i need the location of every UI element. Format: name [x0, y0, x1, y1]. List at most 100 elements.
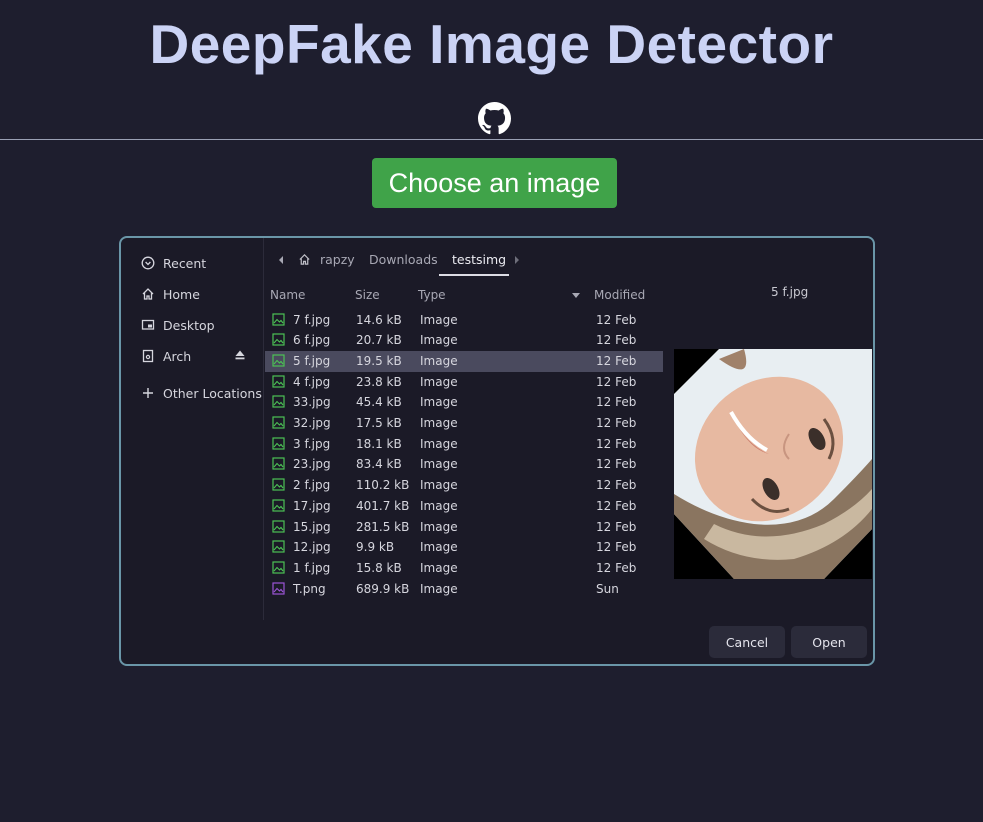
- header-divider: [0, 139, 983, 140]
- breadcrumb-downloads[interactable]: Downloads: [369, 252, 438, 267]
- file-type: Image: [420, 416, 458, 430]
- column-name[interactable]: Name: [270, 288, 305, 302]
- file-modified: 12 Feb: [596, 416, 637, 430]
- file-type: Image: [420, 333, 458, 348]
- file-name: 5 f.jpg: [293, 353, 331, 368]
- file-name: 2 f.jpg: [293, 478, 331, 493]
- file-name: 12.jpg: [293, 540, 331, 555]
- file-modified: 12 Feb: [596, 540, 637, 555]
- image-file-icon: [272, 416, 285, 429]
- chevron-left-icon[interactable]: [277, 255, 285, 265]
- file-row[interactable]: 33.jpg 45.4 kB Image 12 Feb: [265, 392, 663, 413]
- chevron-right-icon[interactable]: [513, 255, 521, 265]
- home-icon: [299, 254, 310, 265]
- file-size: 19.5 kB: [356, 353, 402, 368]
- clock-icon: [141, 256, 155, 270]
- image-file-icon: [272, 354, 285, 367]
- file-row[interactable]: 1 f.jpg 15.8 kB Image 12 Feb: [265, 558, 663, 579]
- sidebar-item-other-locations[interactable]: Other Locations: [141, 382, 262, 404]
- sidebar-label: Home: [163, 286, 200, 302]
- file-size: 281.5 kB: [356, 519, 410, 534]
- file-row[interactable]: 5 f.jpg 19.5 kB Image 12 Feb: [265, 350, 663, 372]
- sidebar-item-home[interactable]: Home: [141, 283, 200, 305]
- file-row[interactable]: 12.jpg 9.9 kB Image 12 Feb: [265, 537, 663, 558]
- file-list-header: Name Size Type Modified: [265, 286, 665, 306]
- image-file-icon: [272, 333, 285, 346]
- file-size: 14.6 kB: [356, 312, 402, 327]
- column-type[interactable]: Type: [418, 288, 446, 302]
- preview-filename: 5 f.jpg: [771, 285, 809, 299]
- file-modified: 12 Feb: [596, 353, 637, 368]
- plus-icon: [141, 386, 155, 400]
- file-modified: 12 Feb: [596, 457, 637, 472]
- file-name: 1 f.jpg: [293, 560, 331, 575]
- image-file-icon: [272, 374, 285, 388]
- file-name: 15.jpg: [293, 519, 331, 534]
- places-sidebar: Recent Home Desktop Arch Other Locations: [121, 238, 264, 620]
- github-icon[interactable]: [478, 102, 511, 135]
- file-row[interactable]: 3 f.jpg 18.1 kB Image 12 Feb: [265, 434, 663, 455]
- file-type: Image: [420, 353, 458, 368]
- image-file-icon: [272, 561, 285, 574]
- choose-image-button[interactable]: Choose an image: [372, 158, 617, 208]
- breadcrumb-active-underline: [439, 274, 509, 276]
- file-row[interactable]: 32.jpg 17.5 kB Image 12 Feb: [265, 413, 663, 434]
- sidebar-item-recent[interactable]: Recent: [141, 252, 206, 274]
- file-row[interactable]: 6 f.jpg 20.7 kB Image 12 Feb: [265, 330, 663, 351]
- file-name: 3 f.jpg: [293, 436, 331, 451]
- drive-icon: [141, 349, 155, 363]
- file-type: Image: [420, 457, 458, 472]
- file-row[interactable]: 15.jpg 281.5 kB Image 12 Feb: [265, 517, 663, 538]
- open-button[interactable]: Open: [791, 626, 867, 658]
- file-type: Image: [420, 519, 458, 534]
- desktop-icon: [141, 318, 155, 332]
- file-row[interactable]: 17.jpg 401.7 kB Image 12 Feb: [265, 496, 663, 517]
- file-modified: 12 Feb: [596, 436, 637, 451]
- file-modified: Sun: [596, 581, 619, 596]
- image-file-icon: [272, 519, 285, 533]
- path-bar: rapzy Downloads testsimg: [265, 238, 873, 282]
- file-size: 15.8 kB: [356, 560, 402, 575]
- file-name: 4 f.jpg: [293, 374, 331, 389]
- file-row[interactable]: 2 f.jpg 110.2 kB Image 12 Feb: [265, 475, 663, 496]
- sidebar-label: Arch: [163, 348, 192, 364]
- file-size: 689.9 kB: [356, 581, 410, 596]
- file-modified: 12 Feb: [596, 498, 637, 513]
- file-modified: 12 Feb: [596, 312, 637, 327]
- file-size: 20.7 kB: [356, 333, 402, 348]
- eject-icon[interactable]: [233, 348, 247, 362]
- column-modified[interactable]: Modified: [594, 288, 645, 302]
- file-type: Image: [420, 540, 458, 555]
- file-type: Image: [420, 395, 458, 410]
- sidebar-item-desktop[interactable]: Desktop: [141, 314, 215, 336]
- sort-down-icon[interactable]: [571, 292, 581, 299]
- breadcrumb-user[interactable]: rapzy: [320, 252, 355, 267]
- file-size: 17.5 kB: [356, 416, 402, 430]
- file-type: Image: [420, 498, 458, 513]
- file-modified: 12 Feb: [596, 333, 637, 348]
- sidebar-item-arch[interactable]: Arch: [141, 345, 191, 367]
- file-row[interactable]: 23.jpg 83.4 kB Image 12 Feb: [265, 454, 663, 475]
- file-modified: 12 Feb: [596, 519, 637, 534]
- file-size: 401.7 kB: [356, 498, 410, 513]
- file-name: T.png: [293, 581, 326, 596]
- cancel-button[interactable]: Cancel: [709, 626, 785, 658]
- file-type: Image: [420, 560, 458, 575]
- column-size[interactable]: Size: [355, 288, 380, 302]
- file-row[interactable]: 4 f.jpg 23.8 kB Image 12 Feb: [265, 372, 663, 393]
- image-file-icon: [272, 540, 285, 553]
- page-title: DeepFake Image Detector: [149, 13, 834, 75]
- file-name: 17.jpg: [293, 498, 331, 513]
- file-row[interactable]: T.png 689.9 kB Image Sun: [265, 579, 663, 600]
- file-size: 45.4 kB: [356, 395, 402, 410]
- image-file-icon: [272, 457, 285, 470]
- file-size: 18.1 kB: [356, 436, 402, 451]
- file-type: Image: [420, 374, 458, 389]
- file-row[interactable]: 7 f.jpg 14.6 kB Image 12 Feb: [265, 310, 663, 331]
- breadcrumb-current[interactable]: testsimg: [452, 252, 506, 267]
- file-name: 23.jpg: [293, 457, 331, 472]
- file-type: Image: [420, 312, 458, 327]
- sidebar-label: Other Locations: [163, 385, 262, 401]
- file-size: 110.2 kB: [356, 478, 410, 493]
- file-size: 83.4 kB: [356, 457, 402, 472]
